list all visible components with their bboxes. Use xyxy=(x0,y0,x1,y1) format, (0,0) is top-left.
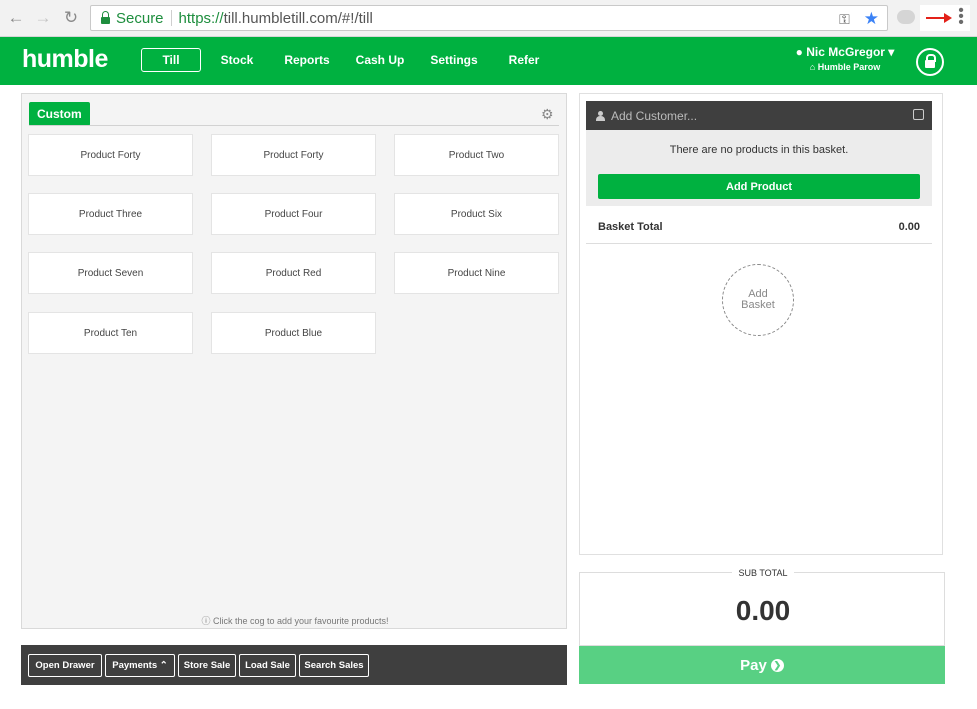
open-drawer-button[interactable]: Open Drawer xyxy=(28,654,102,677)
subtotal-value: 0.00 xyxy=(735,595,791,626)
user-icon xyxy=(596,110,605,121)
nav-till[interactable]: Till xyxy=(141,48,201,72)
secure-label: Secure xyxy=(116,9,164,27)
back-arrow-icon[interactable]: ← xyxy=(6,8,26,28)
subtotal-box: SUB TOTAL 0.00 xyxy=(579,568,945,646)
user-menu[interactable]: ● Nic McGregor ▾ ⌂ Humble Parow xyxy=(780,45,910,72)
url-scheme: https:// xyxy=(178,9,224,27)
till-toolbar: Open Drawer Payments ⌃ Store Sale Load S… xyxy=(21,645,567,685)
user-icon: ● xyxy=(795,45,807,59)
menu-dots-icon[interactable]: • • • xyxy=(958,3,964,31)
arrow-right-icon: ❯ xyxy=(770,658,784,672)
product-tile[interactable]: Product Nine xyxy=(394,252,559,294)
reload-icon[interactable]: ↻ xyxy=(61,8,81,28)
product-tile[interactable]: Product Three xyxy=(28,193,193,235)
nav-stock[interactable]: Stock xyxy=(215,48,259,72)
nav-cash-up[interactable]: Cash Up xyxy=(353,48,407,72)
pay-label: Pay xyxy=(740,656,767,674)
nav-settings[interactable]: Settings xyxy=(427,48,481,72)
chevron-up-icon: ⌃ xyxy=(157,660,168,671)
add-basket-button[interactable]: Add Basket xyxy=(722,264,794,336)
nav-refer[interactable]: Refer xyxy=(503,48,545,72)
basket-panel: Add Customer... There are no products in… xyxy=(579,93,943,555)
tab-custom[interactable]: Custom xyxy=(29,102,90,126)
subtotal-label: SUB TOTAL xyxy=(732,568,794,578)
hint-text: ⓘ Click the cog to add your favourite pr… xyxy=(201,616,389,626)
lock-icon xyxy=(925,54,936,68)
product-tile[interactable]: Product Blue xyxy=(211,312,376,354)
extension-icon[interactable] xyxy=(897,10,915,24)
basket-total-row: Basket Total 0.00 xyxy=(586,211,932,244)
nav-reports[interactable]: Reports xyxy=(280,48,334,72)
basket-empty: There are no products in this basket. Ad… xyxy=(586,130,932,206)
products-panel: Custom ⚙ Product Forty Product Forty Pro… xyxy=(21,93,567,629)
lock-button[interactable] xyxy=(916,48,944,76)
logo[interactable]: humble xyxy=(22,45,108,74)
search-sales-button[interactable]: Search Sales xyxy=(299,654,369,677)
address-bar[interactable]: Secure https://till.humbletill.com/#!/ti… xyxy=(90,5,888,31)
empty-basket-message: There are no products in this basket. xyxy=(669,144,849,156)
product-tile[interactable]: Product Forty xyxy=(28,134,193,176)
browser-toolbar: ← → ↻ Secure https://till.humbletill.com… xyxy=(0,0,977,37)
edit-icon[interactable] xyxy=(913,109,924,120)
product-tile[interactable]: Product Red xyxy=(211,252,376,294)
payments-button[interactable]: Payments ⌃ xyxy=(105,654,175,677)
load-sale-button[interactable]: Load Sale xyxy=(239,654,296,677)
forward-arrow-icon[interactable]: → xyxy=(33,8,53,28)
store-sale-button[interactable]: Store Sale xyxy=(178,654,236,677)
product-tile[interactable]: Product Four xyxy=(211,193,376,235)
star-icon[interactable]: ★ xyxy=(864,9,879,29)
home-icon: ⌂ xyxy=(809,62,818,72)
product-tile[interactable]: Product Ten xyxy=(28,312,193,354)
basket-total-value: 0.00 xyxy=(898,221,920,233)
product-tile[interactable]: Product Six xyxy=(394,193,559,235)
product-tile[interactable]: Product Two xyxy=(394,134,559,176)
pay-button[interactable]: Pay ❯ xyxy=(579,646,945,684)
red-arrow-icon xyxy=(926,17,946,19)
store-name: Humble Parow xyxy=(817,62,881,72)
key-icon[interactable]: ⚿ xyxy=(839,11,850,28)
caret-down-icon: ▾ xyxy=(884,45,895,59)
basket-total-label: Basket Total xyxy=(598,221,663,233)
info-icon: ⓘ xyxy=(201,616,213,626)
gear-icon[interactable]: ⚙ xyxy=(541,106,554,123)
add-customer-bar[interactable]: Add Customer... xyxy=(586,101,932,130)
app-header: humble Till Stock Reports Cash Up Settin… xyxy=(0,37,977,85)
lock-icon xyxy=(101,11,110,24)
product-tile[interactable]: Product Seven xyxy=(28,252,193,294)
product-tile[interactable]: Product Forty xyxy=(211,134,376,176)
add-product-button[interactable]: Add Product xyxy=(598,174,920,199)
customer-placeholder: Add Customer... xyxy=(611,108,698,123)
url-text: till.humbletill.com/#!/till xyxy=(223,9,373,27)
user-name: Nic McGregor xyxy=(806,45,885,59)
